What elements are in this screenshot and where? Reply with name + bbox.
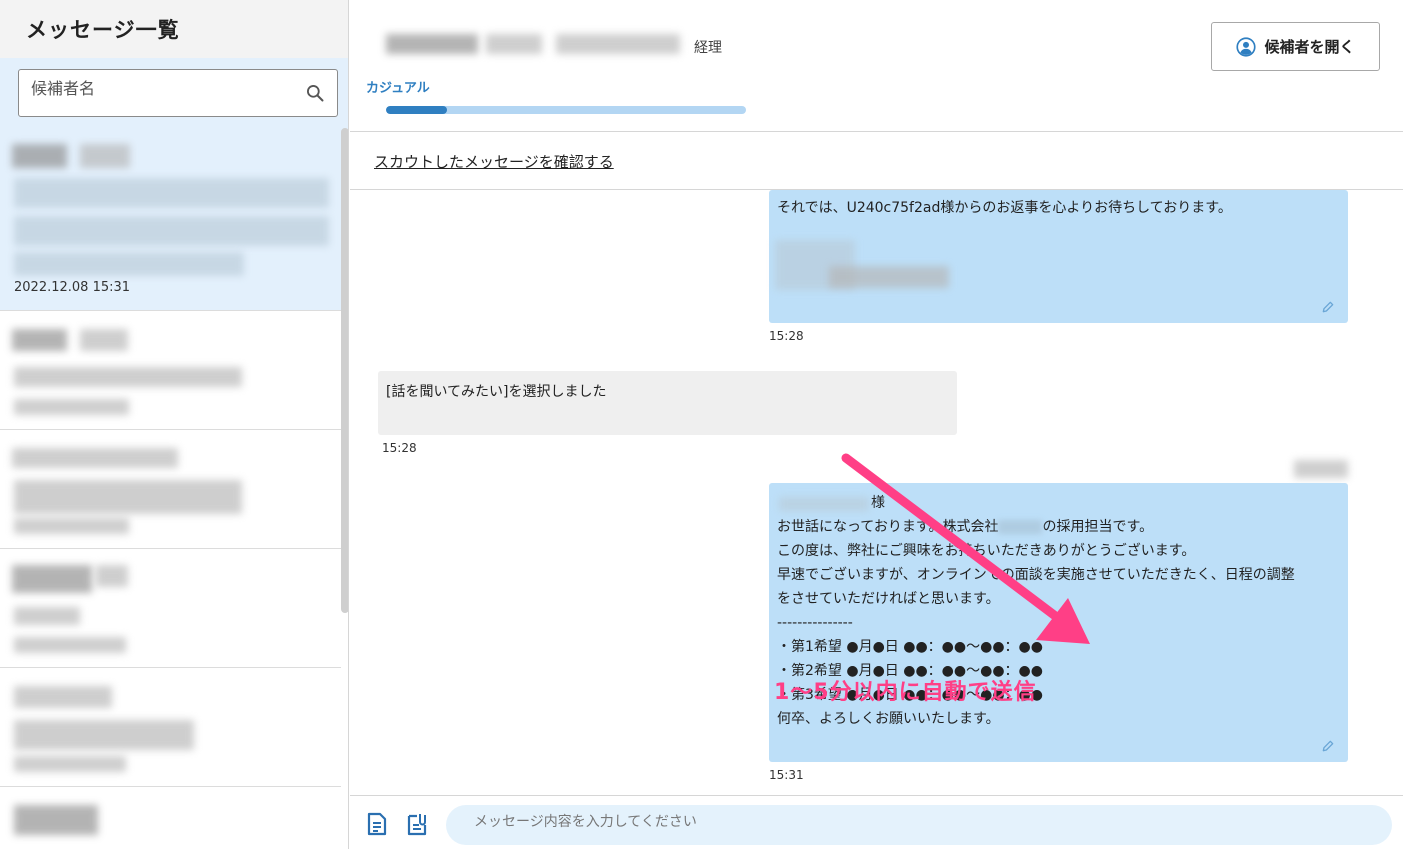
blurred-date bbox=[14, 756, 126, 772]
document-template-icon[interactable] bbox=[365, 811, 389, 837]
user-circle-icon bbox=[1236, 36, 1257, 57]
sidebar-title: メッセージ一覧 bbox=[26, 18, 180, 42]
conversation-item[interactable] bbox=[0, 430, 341, 549]
blurred-company-name bbox=[386, 34, 478, 54]
department-label: 経理 bbox=[694, 40, 722, 56]
message-text: [話を聞いてみたい]を選択しました bbox=[386, 384, 607, 400]
message-input[interactable] bbox=[446, 805, 1392, 845]
annotation-text: 1〜5分以内に自動で送信 bbox=[774, 680, 1037, 705]
blurred-message-preview bbox=[14, 607, 80, 625]
blurred-message-preview bbox=[14, 367, 242, 387]
conversation-item[interactable] bbox=[0, 787, 341, 849]
selection-progress-fill bbox=[386, 106, 448, 114]
view-scout-message-link[interactable]: スカウトしたメッセージを確認する bbox=[374, 153, 614, 171]
message-time: 15:28 bbox=[382, 441, 417, 455]
message-time: 15:31 bbox=[769, 768, 804, 782]
blurred-candidate-name bbox=[12, 448, 178, 468]
blurred-candidate-name bbox=[96, 565, 128, 587]
pencil-icon[interactable] bbox=[1320, 299, 1336, 315]
blurred-candidate-name bbox=[80, 144, 130, 168]
blurred-message-preview bbox=[14, 720, 194, 750]
blurred-message-preview bbox=[14, 480, 242, 514]
blurred-date bbox=[14, 399, 129, 415]
selection-status-label: カジュアル bbox=[366, 81, 430, 96]
message-text: 何卒、よろしくお願いいたします。 bbox=[777, 711, 1000, 727]
message-text: それでは、U240c75f2ad様からのお返事を心よりお待ちしております。 bbox=[777, 200, 1232, 216]
blurred-date bbox=[14, 518, 129, 534]
search-icon[interactable] bbox=[305, 83, 325, 103]
open-candidate-label: 候補者を開く bbox=[1264, 38, 1355, 56]
blurred-message-preview bbox=[14, 216, 329, 246]
open-candidate-button[interactable]: 候補者を開く bbox=[1211, 22, 1380, 71]
blurred-job-title bbox=[556, 34, 680, 54]
sidebar-scrollbar[interactable] bbox=[341, 128, 348, 613]
conversation-item[interactable] bbox=[0, 549, 341, 668]
sidebar-header: メッセージ一覧 bbox=[0, 0, 348, 58]
blurred-candidate-name bbox=[12, 565, 92, 593]
blurred-sender-name bbox=[1294, 460, 1348, 478]
blurred-signature bbox=[829, 266, 949, 288]
blurred-company-name bbox=[486, 34, 542, 54]
blurred-candidate-name bbox=[12, 144, 67, 168]
conversation-header: 経理 カジュアル 候補者を開く bbox=[350, 0, 1403, 132]
message-composer bbox=[350, 795, 1403, 849]
conversation-list: 2022.12.08 15:31 bbox=[0, 132, 341, 849]
candidate-search-input[interactable] bbox=[19, 70, 337, 116]
blurred-candidate-name bbox=[14, 686, 112, 708]
conversation-item[interactable] bbox=[0, 311, 341, 430]
blurred-candidate-name bbox=[80, 329, 128, 351]
blurred-candidate-name bbox=[12, 329, 67, 351]
conversation-item-active[interactable]: 2022.12.08 15:31 bbox=[0, 132, 341, 311]
conversation-item[interactable] bbox=[0, 668, 341, 787]
scout-bar: スカウトしたメッセージを確認する bbox=[350, 132, 1403, 190]
message-time: 15:28 bbox=[769, 329, 804, 343]
conversation-date: 2022.12.08 15:31 bbox=[14, 280, 131, 295]
outgoing-message: それでは、U240c75f2ad様からのお返事を心よりお待ちしております。 bbox=[769, 190, 1348, 323]
main-panel: 経理 カジュアル 候補者を開く スカウトしたメッセージを確認する それでは、U2… bbox=[350, 0, 1403, 849]
selection-progress-bar bbox=[386, 106, 746, 114]
pencil-icon[interactable] bbox=[1320, 738, 1336, 754]
attachment-template-icon[interactable] bbox=[405, 811, 429, 837]
incoming-message: [話を聞いてみたい]を選択しました bbox=[378, 371, 957, 435]
blurred-message-preview bbox=[14, 178, 329, 208]
annotation-arrow bbox=[841, 453, 1090, 644]
search-area bbox=[0, 58, 348, 132]
blurred-message-preview bbox=[14, 252, 244, 276]
search-box[interactable] bbox=[18, 69, 338, 117]
sidebar: メッセージ一覧 2022.12.08 15:31 bbox=[0, 0, 349, 849]
blurred-date bbox=[14, 637, 126, 653]
blurred-candidate-name bbox=[14, 805, 98, 835]
